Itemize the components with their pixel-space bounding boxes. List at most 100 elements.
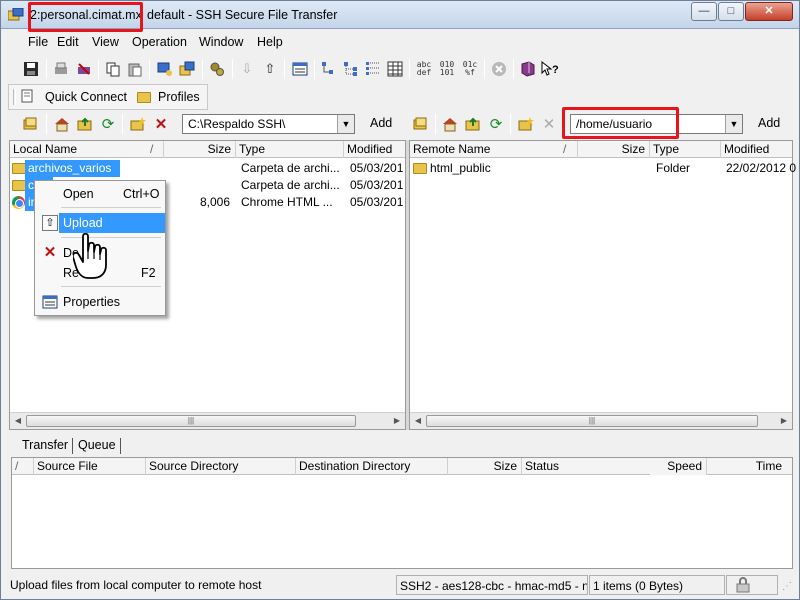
menu-item-shortcut: Ctrl+O: [123, 187, 160, 201]
col-modified[interactable]: Modified: [344, 141, 407, 158]
col-source-file[interactable]: Source File: [34, 458, 146, 475]
stop-icon[interactable]: [489, 59, 509, 79]
menu-item-upload[interactable]: ⇧ Upload: [37, 213, 165, 233]
remote-path-combo[interactable]: /home/usuario ▼: [570, 114, 743, 134]
remote-horizontal-scrollbar[interactable]: ◀ ||| ▶: [410, 412, 792, 429]
file-modified: 05/03/201: [350, 178, 404, 192]
whats-this-icon[interactable]: ?: [540, 59, 560, 79]
parent-folder-icon[interactable]: [463, 114, 483, 134]
menu-item-open[interactable]: Open Ctrl+O: [37, 184, 165, 204]
refresh-icon[interactable]: ⟳: [98, 114, 118, 134]
toolbar-separator: [232, 59, 233, 79]
quick-connect-button[interactable]: Quick Connect: [45, 90, 127, 104]
menu-file[interactable]: File: [28, 35, 48, 49]
delete-icon[interactable]: ✕: [539, 114, 559, 134]
profiles-button[interactable]: Profiles: [158, 90, 200, 104]
paste-icon[interactable]: [125, 59, 145, 79]
refresh-icon[interactable]: ⟳: [486, 114, 506, 134]
col-type[interactable]: Type: [236, 141, 344, 158]
col-size[interactable]: Size: [578, 141, 650, 158]
toolbar-separator: [409, 59, 410, 79]
menu-edit[interactable]: Edit: [57, 35, 79, 49]
tree-icon[interactable]: [319, 59, 339, 79]
col-local-name[interactable]: Local Name /: [10, 141, 164, 158]
upload-icon[interactable]: ⇧: [260, 59, 280, 79]
delete-icon[interactable]: ✕: [151, 114, 171, 134]
col-size[interactable]: Size: [448, 458, 522, 475]
tree3-icon[interactable]: [363, 59, 383, 79]
col-type[interactable]: Type: [650, 141, 721, 158]
file-size: 8,006: [199, 195, 230, 209]
local-horizontal-scrollbar[interactable]: ◀ ||| ▶: [10, 412, 405, 429]
col-direction-icon[interactable]: /: [12, 458, 34, 475]
col-destination-directory[interactable]: Destination Directory: [296, 458, 448, 475]
scroll-right-icon[interactable]: ▶: [390, 415, 404, 427]
remote-file-pane[interactable]: Remote Name / Size Type Modified html_pub…: [409, 140, 796, 430]
local-path-value: C:\Respaldo SSH\: [188, 117, 286, 131]
menu-item-label: Properties: [63, 295, 120, 309]
minimize-button[interactable]: —: [691, 2, 717, 21]
file-type: Carpeta de archi...: [241, 178, 340, 192]
scroll-right-icon[interactable]: ▶: [777, 415, 791, 427]
home-icon[interactable]: [52, 114, 72, 134]
print-setup-icon[interactable]: [74, 59, 94, 79]
local-add-button[interactable]: Add: [370, 114, 392, 134]
scroll-thumb[interactable]: |||: [426, 415, 758, 427]
new-folder-icon[interactable]: [128, 114, 148, 134]
new-transfer-icon[interactable]: [177, 59, 197, 79]
tree2-icon[interactable]: [341, 59, 361, 79]
col-time[interactable]: Time: [707, 458, 794, 475]
col-source-directory[interactable]: Source Directory: [146, 458, 296, 475]
table-row[interactable]: archivos_varios Carpeta de archi... 05/0…: [10, 160, 405, 177]
local-path-combo[interactable]: C:\Respaldo SSH\ ▼: [182, 114, 355, 134]
auto-icon[interactable]: 01c %f: [460, 59, 480, 79]
tab-queue[interactable]: Queue: [78, 438, 116, 452]
close-button[interactable]: ✕: [745, 2, 793, 21]
menu-help[interactable]: Help: [257, 35, 283, 49]
scroll-thumb[interactable]: |||: [26, 415, 356, 427]
menu-window[interactable]: Window: [199, 35, 243, 49]
parent-folder-icon[interactable]: [75, 114, 95, 134]
table-row[interactable]: html_public Folder 22/02/2012 0: [410, 160, 796, 177]
scroll-left-icon[interactable]: ◀: [11, 415, 25, 427]
toolbar-separator: [98, 59, 99, 79]
help-icon[interactable]: [518, 59, 538, 79]
menu-item-properties[interactable]: Properties: [37, 292, 165, 312]
folder-up-icon[interactable]: [411, 114, 431, 134]
tab-divider: [120, 438, 121, 454]
col-speed[interactable]: Speed: [650, 458, 707, 475]
quick-connect-icon[interactable]: [21, 89, 34, 103]
transfer-queue-list[interactable]: / Source File Source Directory Destinati…: [11, 457, 793, 569]
properties-icon: [42, 294, 58, 310]
binary-icon[interactable]: 010 101: [437, 59, 457, 79]
scroll-left-icon[interactable]: ◀: [411, 415, 425, 427]
remote-add-button[interactable]: Add: [758, 114, 780, 134]
save-icon[interactable]: [21, 59, 41, 79]
col-modified[interactable]: Modified: [721, 141, 794, 158]
app-icon: [8, 8, 24, 21]
download-icon[interactable]: ⇩: [237, 59, 257, 79]
copy-icon[interactable]: [103, 59, 123, 79]
resize-grip-icon[interactable]: ⋰: [782, 580, 796, 594]
menu-view[interactable]: View: [92, 35, 119, 49]
ascii-icon[interactable]: abc def: [414, 59, 434, 79]
chevron-down-icon[interactable]: ▼: [337, 115, 354, 133]
folder-up-icon[interactable]: [21, 114, 41, 134]
toolbar-separator: [484, 59, 485, 79]
col-remote-name[interactable]: Remote Name /: [410, 141, 578, 158]
settings-icon[interactable]: [207, 59, 227, 79]
title-bar[interactable]: 2:personal.cimat.mx default - SSH Secure…: [1, 1, 799, 29]
new-terminal-icon[interactable]: [155, 59, 175, 79]
print-icon[interactable]: [51, 59, 71, 79]
new-folder-icon[interactable]: [516, 114, 536, 134]
maximize-button[interactable]: □: [718, 2, 744, 21]
list-icon[interactable]: [385, 59, 405, 79]
tab-divider: [72, 438, 73, 454]
tab-transfer[interactable]: Transfer: [22, 438, 68, 452]
home-icon[interactable]: [440, 114, 460, 134]
col-size[interactable]: Size: [164, 141, 236, 158]
properties-icon[interactable]: [290, 59, 310, 79]
toolbar-separator: [46, 59, 47, 79]
menu-operation[interactable]: Operation: [132, 35, 187, 49]
chevron-down-icon[interactable]: ▼: [725, 115, 742, 133]
